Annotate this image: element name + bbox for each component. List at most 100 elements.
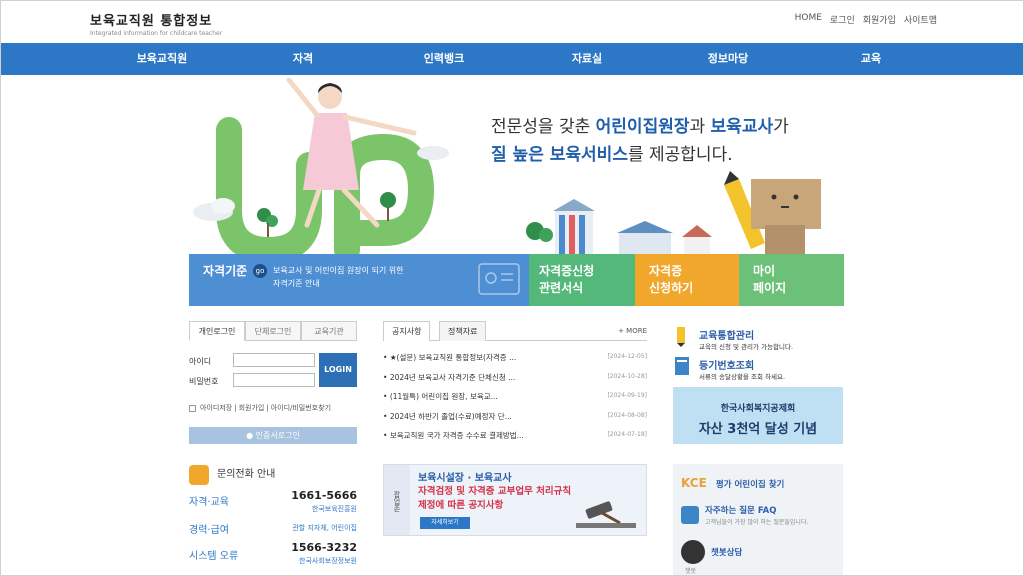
- nav-item-info[interactable]: 정보마당: [668, 43, 788, 75]
- hero-line-2: 질 높은 보육서비스를 제공합니다.: [491, 141, 789, 169]
- hero-line-1: 전문성을 갖춘 어린이집원장과 보육교사가: [491, 113, 789, 141]
- chatbot-sub: 챗봇: [685, 568, 697, 575]
- banner-line-3: 제정에 따른 공지사항: [418, 500, 504, 511]
- notice-title-text: 2024년 보육교사 자격기준 단체신청 ...: [389, 372, 516, 382]
- util-links: HOME 로그인 회원가입 사이트맵: [795, 13, 937, 26]
- inquiry-panel: 문의전화 안내 자격·교육 1661-5666 한국보육진흥원 경력·급여 관할…: [189, 463, 357, 565]
- inquiry-number: 1566-3232: [291, 541, 357, 554]
- inquiry-row: 시스템 오류 1566-3232 한국사회보장정보원: [189, 539, 357, 565]
- qualification-title: 자격기준: [203, 264, 248, 278]
- nav-item-education[interactable]: 교육: [811, 43, 931, 75]
- tab-edu-institution[interactable]: 교육기관: [301, 321, 357, 341]
- chatbot-title: 챗봇상담: [711, 548, 743, 558]
- inquiry-row: 경력·급여 관할 지자체, 어린이집: [189, 513, 357, 539]
- mypage-button[interactable]: 마이 페이지: [739, 254, 844, 306]
- faq-desc: 고객님들이 가장 많이 하는 질문들입니다.: [705, 519, 809, 526]
- chatbot-icon: [681, 540, 705, 564]
- certificate-login-button[interactable]: ● 인증서로그인: [189, 427, 357, 444]
- tab-personal-login[interactable]: 개인로그인: [189, 321, 245, 341]
- kce-logo: KCE: [681, 476, 707, 490]
- hero-highlight: 질 높은 보육서비스: [491, 145, 628, 165]
- mypage-line-2: 페이지: [753, 281, 787, 295]
- list-item[interactable]: • ★(설문) 보육교직원 통합정보(자격증 ... [2024-12-05]: [383, 347, 647, 367]
- list-item[interactable]: • 보육교직원 국가 자격증 수수료 결제방법... [2024-07-18]: [383, 425, 647, 445]
- apply-forms-line-1: 자격증신청: [539, 264, 595, 278]
- banner-detail-button[interactable]: 자세히보기: [420, 517, 470, 529]
- notice-board: 공지사항 정책자료 + MORE • ★(설문) 보육교직원 통합정보(자격증 …: [383, 321, 647, 445]
- notice-title-text: (11월특) 어린이집 원장, 보육교...: [389, 392, 498, 401]
- apply-cert-line-2: 신청하기: [649, 281, 694, 295]
- nav-item-staff[interactable]: 보육교직원: [102, 43, 222, 75]
- faq-icon: [681, 506, 699, 524]
- banner-line-2: 자격검정 및 자격증 교부업무 처리규칙: [418, 486, 572, 497]
- home-link[interactable]: HOME: [795, 13, 822, 26]
- inquiry-row: 자격·교육 1661-5666 한국보육진흥원: [189, 487, 357, 513]
- welfare-banner-line-2: 자산 3천억 달성 기념: [698, 422, 818, 437]
- join-link[interactable]: 회원가입: [239, 403, 265, 413]
- user-icon: ●: [246, 431, 256, 440]
- inquiry-number: 1661-5666: [291, 489, 357, 502]
- apply-certificate-button[interactable]: 자격증 신청하기: [635, 254, 739, 306]
- notice-title: • 보육교직원 국가 자격증 수수료 결제방법...: [383, 431, 524, 440]
- login-button[interactable]: LOGIN: [319, 353, 357, 387]
- logo-title: 보육교직원 통합정보: [90, 14, 213, 29]
- join-link[interactable]: 회원가입: [863, 13, 896, 26]
- hero-highlight: 어린이집원장: [595, 117, 690, 137]
- right-column: 교육통합관리 교육의 신청 및 관리가 가능합니다. 등기번호조회 서류의 송달…: [673, 321, 843, 381]
- list-item[interactable]: • 2024년 하반기 졸업(수료)예정자 단... [2024-08-08]: [383, 406, 647, 426]
- login-link[interactable]: 로그인: [830, 13, 855, 26]
- apply-forms-button[interactable]: 자격증신청 관련서식: [529, 254, 635, 306]
- notice-date: [2024-09-19]: [607, 392, 647, 399]
- inquiry-category: 경력·급여: [189, 525, 229, 536]
- kce-link[interactable]: KCE 평가 어린이집 찾기: [681, 472, 784, 491]
- notice-date: [2024-08-08]: [607, 411, 647, 419]
- faq-title: 자주하는 질문 FAQ: [705, 506, 777, 516]
- login-tabs: 개인로그인 단체로그인 교육기관: [189, 321, 357, 341]
- book-icon: [675, 357, 689, 375]
- notice-title: • 2024년 보육교사 자격기준 단체신청 ...: [383, 372, 516, 382]
- more-link[interactable]: + MORE: [618, 327, 647, 335]
- notice-date: [2024-07-18]: [607, 431, 647, 438]
- nav-item-talent-bank[interactable]: 인력뱅크: [384, 43, 504, 75]
- logo[interactable]: 보육교직원 통합정보 Integrated information for ch…: [90, 10, 222, 37]
- welfare-banner[interactable]: 한국사회복지공제회 자산 3천억 달성 기념: [673, 387, 843, 444]
- registered-mail-desc: 서류의 송달상황을 조회 하세요.: [699, 373, 786, 381]
- education-management-title: 교육통합관리: [699, 331, 755, 342]
- sitemap-link[interactable]: 사이트맵: [904, 13, 937, 26]
- pencil-icon: [677, 327, 685, 347]
- qualification-standard-button[interactable]: 자격기준 go 보육교사 및 어린이집 원장이 되기 위한 자격기준 안내: [189, 254, 529, 306]
- registered-mail-link[interactable]: 등기번호조회 서류의 송달상황을 조회 하세요.: [673, 351, 843, 381]
- password-input[interactable]: [233, 373, 315, 387]
- list-item[interactable]: • 2024년 보육교사 자격기준 단체신청 ... [2024-10-28]: [383, 367, 647, 387]
- list-item[interactable]: • (11월특) 어린이집 원장, 보육교... [2024-09-19]: [383, 386, 647, 406]
- welfare-banner-line-1: 한국사회복지공제회: [720, 404, 796, 414]
- id-input[interactable]: [233, 353, 315, 367]
- notice-title-text: ★(설문) 보육교직원 통합정보(자격증 ...: [389, 353, 517, 362]
- inquiry-number: 관할 지자체, 어린이집: [292, 524, 357, 532]
- hero-text: 를 제공합니다.: [627, 145, 733, 165]
- hero-highlight: 보육교사: [710, 117, 774, 137]
- education-management-link[interactable]: 교육통합관리 교육의 신청 및 관리가 가능합니다.: [673, 321, 843, 351]
- notice-date: [2024-10-28]: [607, 372, 647, 380]
- tab-notice[interactable]: 공지사항: [383, 321, 431, 341]
- save-id-label[interactable]: 아이디저장: [200, 403, 232, 413]
- certificate-login-label: 인증서로그인: [255, 431, 300, 440]
- save-id-checkbox[interactable]: [189, 404, 196, 412]
- popup-zone-banner[interactable]: 팝업존 보육시설장 · 보육교사 자격검정 및 자격증 교부업무 처리규칙 제정…: [383, 464, 647, 536]
- notice-title: • ★(설문) 보육교직원 통합정보(자격증 ...: [383, 353, 517, 362]
- kce-text: 평가 어린이집 찾기: [715, 480, 785, 490]
- header: 보육교직원 통합정보 Integrated information for ch…: [1, 1, 1023, 43]
- qualification-desc-1: 보육교사 및 어린이집 원장이 되기 위한: [273, 266, 404, 275]
- service-links-box: KCE 평가 어린이집 찾기 자주하는 질문 FAQ 고객님들이 가장 많이 하…: [673, 464, 843, 575]
- separator: |: [266, 404, 269, 412]
- login-panel: 개인로그인 단체로그인 교육기관 아이디 비밀번호 LOGIN 아이디저장 | …: [189, 321, 357, 444]
- nav-item-qualification[interactable]: 자격: [243, 43, 363, 75]
- tab-group-login[interactable]: 단체로그인: [245, 321, 301, 341]
- find-account-link[interactable]: 아이디/비밀번호찾기: [271, 403, 331, 413]
- notice-title: • 2024년 하반기 졸업(수료)예정자 단...: [383, 411, 512, 421]
- nav-item-resources[interactable]: 자료실: [527, 43, 647, 75]
- notice-title: • (11월특) 어린이집 원장, 보육교...: [383, 392, 498, 401]
- tab-policy[interactable]: 정책자료: [439, 321, 487, 341]
- notice-title-text: 보육교직원 국가 자격증 수수료 결제방법...: [389, 431, 524, 440]
- login-links: 아이디저장 | 회원가입 | 아이디/비밀번호찾기: [189, 403, 331, 413]
